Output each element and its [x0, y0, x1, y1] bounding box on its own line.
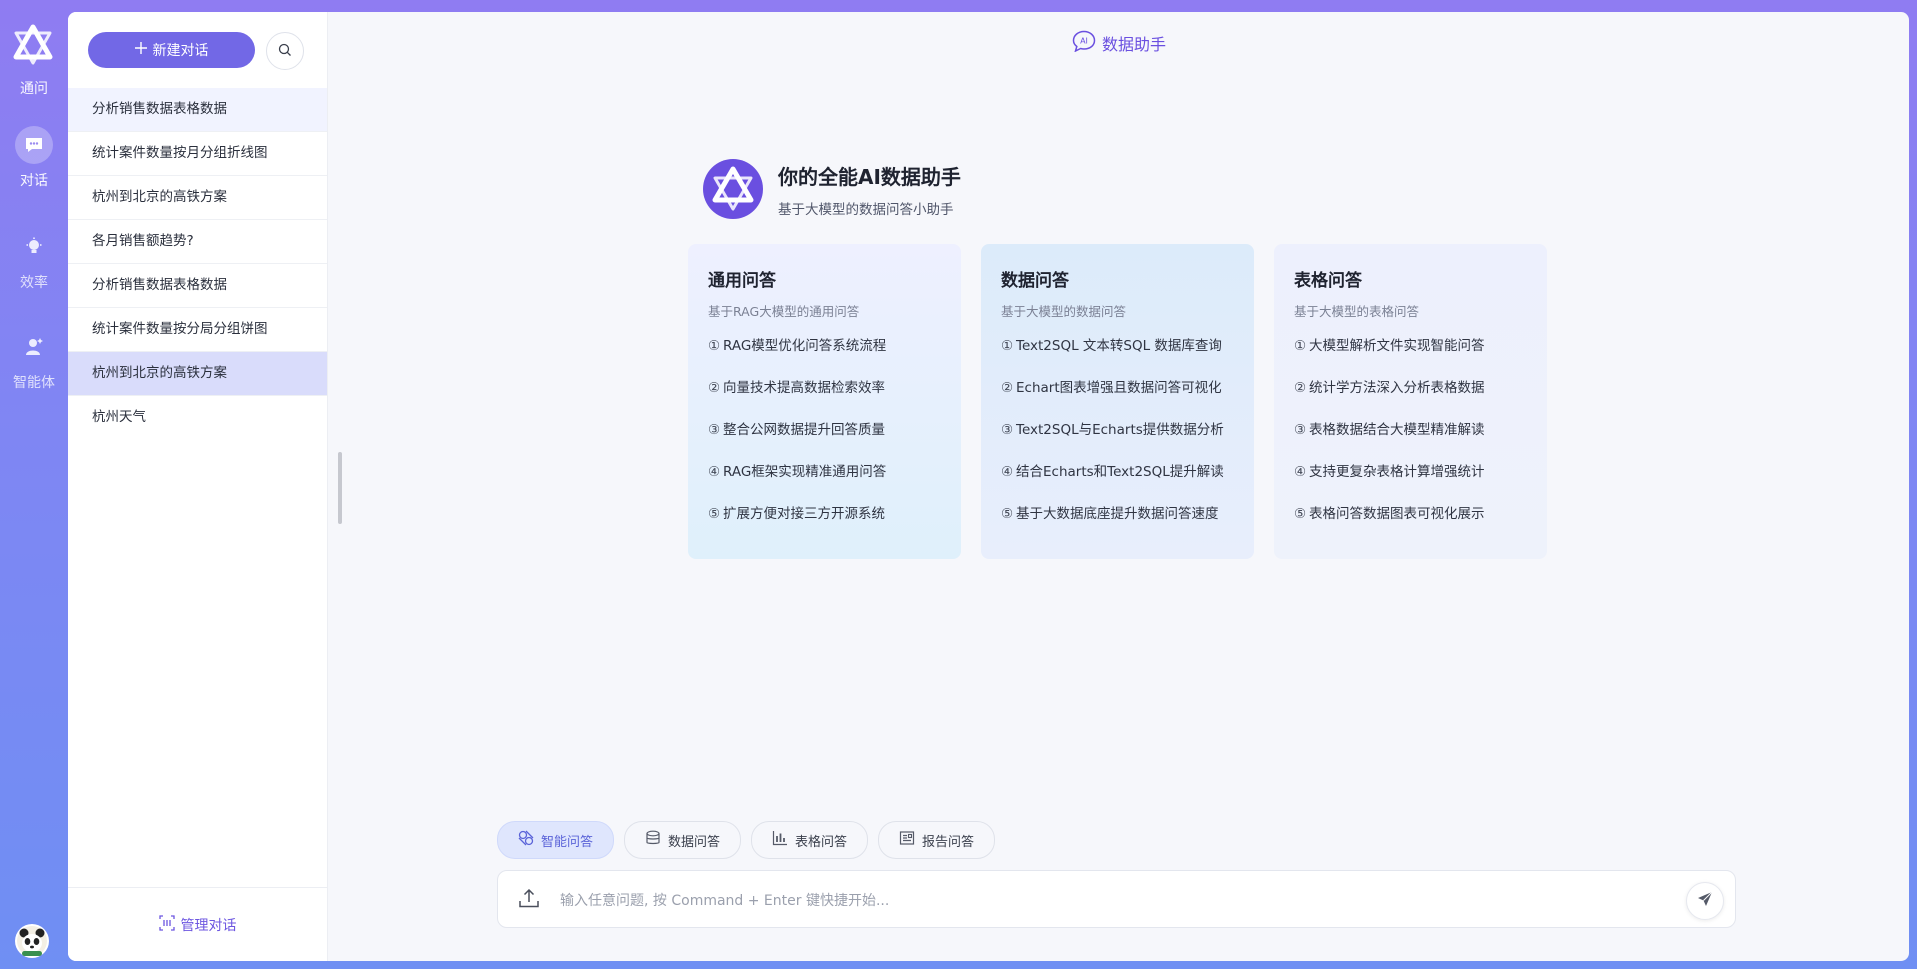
plus-icon	[134, 42, 147, 58]
send-icon	[1697, 891, 1713, 911]
ai-badge-text: AI	[1080, 37, 1088, 46]
manage-icon	[158, 915, 175, 935]
card-item: ② 向量技术提高数据检索效率	[708, 380, 885, 396]
agent-icon	[15, 328, 53, 366]
hero-title: 你的全能AI数据助手	[778, 164, 961, 189]
tab-label: 报告问答	[922, 834, 975, 850]
card-subtitle: 基于大模型的表格问答	[1294, 304, 1420, 319]
rail-item-agent[interactable]: 智能体	[0, 328, 68, 392]
tab-label: 表格问答	[795, 834, 848, 850]
lightbulb-icon	[15, 228, 53, 266]
tab-report-qa[interactable]: 报告问答	[878, 821, 996, 859]
chat-input-box	[497, 870, 1736, 928]
sidebar-resize-handle[interactable]	[338, 452, 342, 524]
card-item: ① 大模型解析文件实现智能问答	[1294, 338, 1485, 354]
nav-rail: 通问 对话 效率 智能体	[0, 0, 68, 969]
conversation-item[interactable]: 分析销售数据表格数据	[68, 264, 327, 308]
rail-label: 效率	[20, 275, 48, 291]
new-chat-button[interactable]: 新建对话	[88, 32, 255, 68]
search-icon	[278, 42, 292, 61]
card-item: ⑤ 基于大数据底座提升数据问答速度	[1001, 506, 1219, 522]
card-title: 数据问答	[1001, 271, 1069, 291]
app-logo-icon[interactable]	[12, 24, 54, 66]
chat-input[interactable]	[558, 885, 1642, 917]
upload-icon[interactable]	[518, 887, 540, 913]
manage-conversations-button[interactable]: 管理对话	[68, 887, 327, 961]
new-chat-label: 新建对话	[152, 43, 209, 59]
main-panel: 新建对话 分析销售数据表格数据 统计案件数量按月分组折线图 杭州到北京的高铁方案…	[68, 12, 1909, 961]
card-subtitle: 基于RAG大模型的通用问答	[708, 304, 860, 319]
app-frame: 通问 对话 效率 智能体 新建对话 分析销售数据表格数据 统计案件数量按月分组折…	[0, 0, 1917, 969]
conversation-item[interactable]: 各月销售额趋势?	[68, 220, 327, 264]
card-title: 通用问答	[708, 271, 776, 291]
hero: 你的全能AI数据助手 基于大模型的数据问答小助手	[702, 158, 961, 220]
card-item: ④ 支持更复杂表格计算增强统计	[1294, 464, 1485, 480]
tab-table-qa[interactable]: 表格问答	[751, 821, 869, 859]
rail-label: 智能体	[13, 375, 55, 391]
card-general-qa[interactable]: 通用问答 基于RAG大模型的通用问答 ① RAG模型优化问答系统流程 ② 向量技术提…	[688, 244, 961, 559]
card-title: 表格问答	[1294, 271, 1362, 291]
card-item: ① Text2SQL 文本转SQL 数据库查询	[1001, 338, 1222, 354]
conversation-item[interactable]: 杭州到北京的高铁方案	[68, 176, 327, 220]
card-item: ① RAG模型优化问答系统流程	[708, 338, 887, 354]
tab-data-qa[interactable]: 数据问答	[624, 821, 742, 859]
rail-label: 通问	[20, 81, 48, 97]
card-item: ④ 结合Echarts和Text2SQL提升解读	[1001, 464, 1224, 480]
conversation-item[interactable]: 统计案件数量按月分组折线图	[68, 132, 327, 176]
user-avatar[interactable]	[15, 924, 49, 958]
smart-qa-icon	[518, 830, 534, 850]
ai-chat-icon: AI	[1072, 30, 1096, 56]
conversation-item[interactable]: 统计案件数量按分局分组饼图	[68, 308, 327, 352]
card-item: ⑤ 扩展方便对接三方开源系统	[708, 506, 885, 522]
conversation-sidebar: 新建对话 分析销售数据表格数据 统计案件数量按月分组折线图 杭州到北京的高铁方案…	[68, 12, 328, 961]
card-item: ③ 整合公网数据提升回答质量	[708, 422, 885, 438]
send-button[interactable]	[1686, 882, 1724, 920]
card-data-qa[interactable]: 数据问答 基于大模型的数据问答 ① Text2SQL 文本转SQL 数据库查询 ②…	[981, 244, 1254, 559]
card-item: ⑤ 表格问答数据图表可视化展示	[1294, 506, 1485, 522]
card-item: ② 统计学方法深入分析表格数据	[1294, 380, 1485, 396]
search-button[interactable]	[266, 32, 304, 70]
conversation-item[interactable]: 杭州天气	[68, 396, 327, 439]
feature-cards: 通用问答 基于RAG大模型的通用问答 ① RAG模型优化问答系统流程 ② 向量技术提…	[688, 244, 1547, 559]
report-icon	[899, 830, 915, 850]
rail-item-chat[interactable]: 对话	[0, 126, 68, 190]
manage-label: 管理对话	[180, 918, 237, 934]
card-item: ③ 表格数据结合大模型精准解读	[1294, 422, 1485, 438]
card-subtitle: 基于大模型的数据问答	[1001, 304, 1127, 319]
chat-bubble-icon	[15, 126, 53, 164]
conversation-list: 分析销售数据表格数据 统计案件数量按月分组折线图 杭州到北京的高铁方案 各月销售…	[68, 88, 327, 439]
rail-item-efficiency[interactable]: 效率	[0, 228, 68, 292]
rail-label: 对话	[20, 173, 48, 189]
card-item: ③ Text2SQL与Echarts提供数据分析	[1001, 422, 1224, 438]
tab-label: 智能问答	[541, 834, 594, 850]
header-title: 数据助手	[1102, 35, 1167, 54]
conversation-item[interactable]: 分析销售数据表格数据	[68, 88, 327, 132]
card-item: ④ RAG框架实现精准通用问答	[708, 464, 887, 480]
database-icon	[645, 830, 661, 850]
page-title: AI 数据助手	[1072, 30, 1166, 56]
assistant-logo-icon	[702, 158, 764, 220]
rail-item-tongwen[interactable]: 通问	[0, 78, 68, 98]
qa-mode-tabs: 智能问答 数据问答 表格问答 报告问答	[497, 821, 996, 859]
card-item: ② Echart图表增强且数据问答可视化	[1001, 380, 1222, 396]
card-table-qa[interactable]: 表格问答 基于大模型的表格问答 ① 大模型解析文件实现智能问答 ② 统计学方法深入分…	[1274, 244, 1547, 559]
tab-label: 数据问答	[668, 834, 721, 850]
conversation-item-selected[interactable]: 杭州到北京的高铁方案	[68, 352, 327, 396]
bar-chart-icon	[772, 830, 788, 850]
hero-subtitle: 基于大模型的数据问答小助手	[778, 201, 954, 218]
tab-smart-qa[interactable]: 智能问答	[497, 821, 615, 859]
